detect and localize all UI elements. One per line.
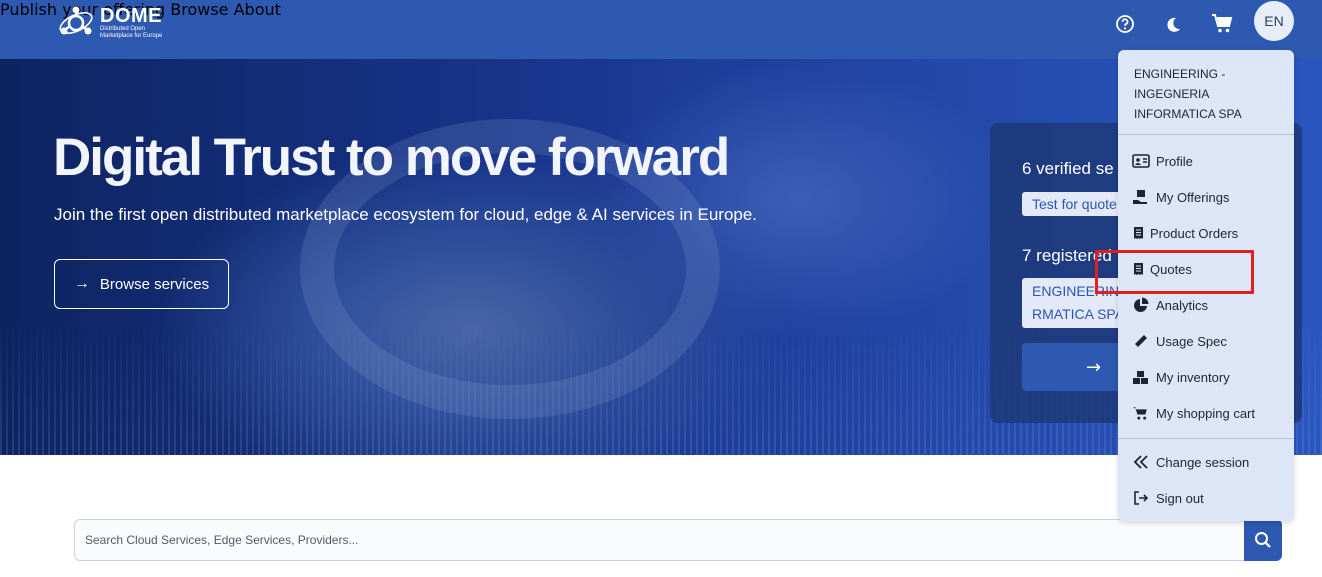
verified-services-heading: 6 verified se: [1022, 159, 1114, 178]
pie-chart-icon: [1132, 297, 1150, 313]
boxes-icon: [1132, 369, 1150, 385]
arrow-right-icon: →: [73, 275, 90, 292]
menu-item-label: My Offerings: [1156, 189, 1230, 205]
registered-provider-line2: RMATICA SPA: [1032, 306, 1125, 322]
search-bar: [74, 519, 1282, 561]
menu-item-sign-out[interactable]: Sign out: [1132, 488, 1204, 508]
menu-item-change-session[interactable]: Change session: [1132, 452, 1249, 472]
menu-item-label: Usage Spec: [1156, 333, 1227, 349]
menu-item-my-offerings[interactable]: My Offerings: [1132, 187, 1229, 207]
double-chevron-left-icon: [1132, 454, 1150, 470]
receipt-icon: [1132, 225, 1144, 241]
menu-item-usage-spec[interactable]: Usage Spec: [1132, 331, 1227, 351]
menu-divider: [1118, 438, 1294, 439]
menu-item-label: Change session: [1156, 454, 1250, 470]
cart-icon[interactable]: [1210, 11, 1234, 35]
arrow-right-icon: →: [1086, 356, 1102, 378]
search-input[interactable]: [85, 520, 1235, 560]
browse-services-label: Browse services: [99, 275, 210, 293]
menu-item-product-orders[interactable]: Product Orders: [1132, 223, 1238, 243]
dome-logo-icon: [59, 6, 93, 35]
highlight-box: [1095, 250, 1254, 294]
menu-item-label: My shopping cart: [1156, 405, 1255, 421]
menu-item-shopping-cart[interactable]: My shopping cart: [1132, 403, 1255, 423]
dark-mode-moon-icon[interactable]: [1161, 13, 1185, 37]
logo-subtitle: Distributed Open Marketplace for Europe: [100, 26, 163, 39]
ruler-icon: [1132, 333, 1150, 349]
menu-item-my-inventory[interactable]: My inventory: [1132, 367, 1230, 387]
nav-browse[interactable]: Browse: [170, 0, 228, 19]
sign-out-icon: [1132, 490, 1150, 506]
menu-item-label: Sign out: [1156, 490, 1204, 506]
nav-about[interactable]: About: [234, 0, 281, 19]
id-card-icon: [1132, 153, 1150, 169]
hero-title: Digital Trust to move forward: [53, 128, 730, 187]
menu-item-profile[interactable]: Profile: [1132, 151, 1193, 171]
browse-services-button[interactable]: → Browse services: [54, 259, 229, 309]
hand-box-icon: [1132, 189, 1150, 205]
menu-item-label: Profile: [1156, 153, 1193, 169]
dome-logo[interactable]: DOME Distributed Open Marketplace for Eu…: [56, 5, 170, 41]
menu-item-label: Product Orders: [1150, 225, 1239, 241]
help-icon[interactable]: [1113, 12, 1137, 36]
search-icon: [1255, 532, 1271, 548]
logo-title: DOME: [100, 5, 162, 27]
menu-item-analytics[interactable]: Analytics: [1132, 295, 1208, 315]
cart-icon: [1132, 405, 1150, 421]
verified-service-chip[interactable]: Test for quote: [1022, 192, 1127, 216]
menu-item-label: My inventory: [1156, 369, 1230, 385]
menu-divider: [1118, 134, 1294, 135]
organization-name: ENGINEERING - INGEGNERIA INFORMATICA SPA: [1134, 67, 1242, 121]
menu-item-label: Analytics: [1156, 297, 1209, 313]
search-button[interactable]: [1244, 519, 1282, 561]
user-avatar-button[interactable]: EN: [1254, 1, 1294, 41]
hero-subtitle: Join the first open distributed marketpl…: [54, 205, 758, 224]
